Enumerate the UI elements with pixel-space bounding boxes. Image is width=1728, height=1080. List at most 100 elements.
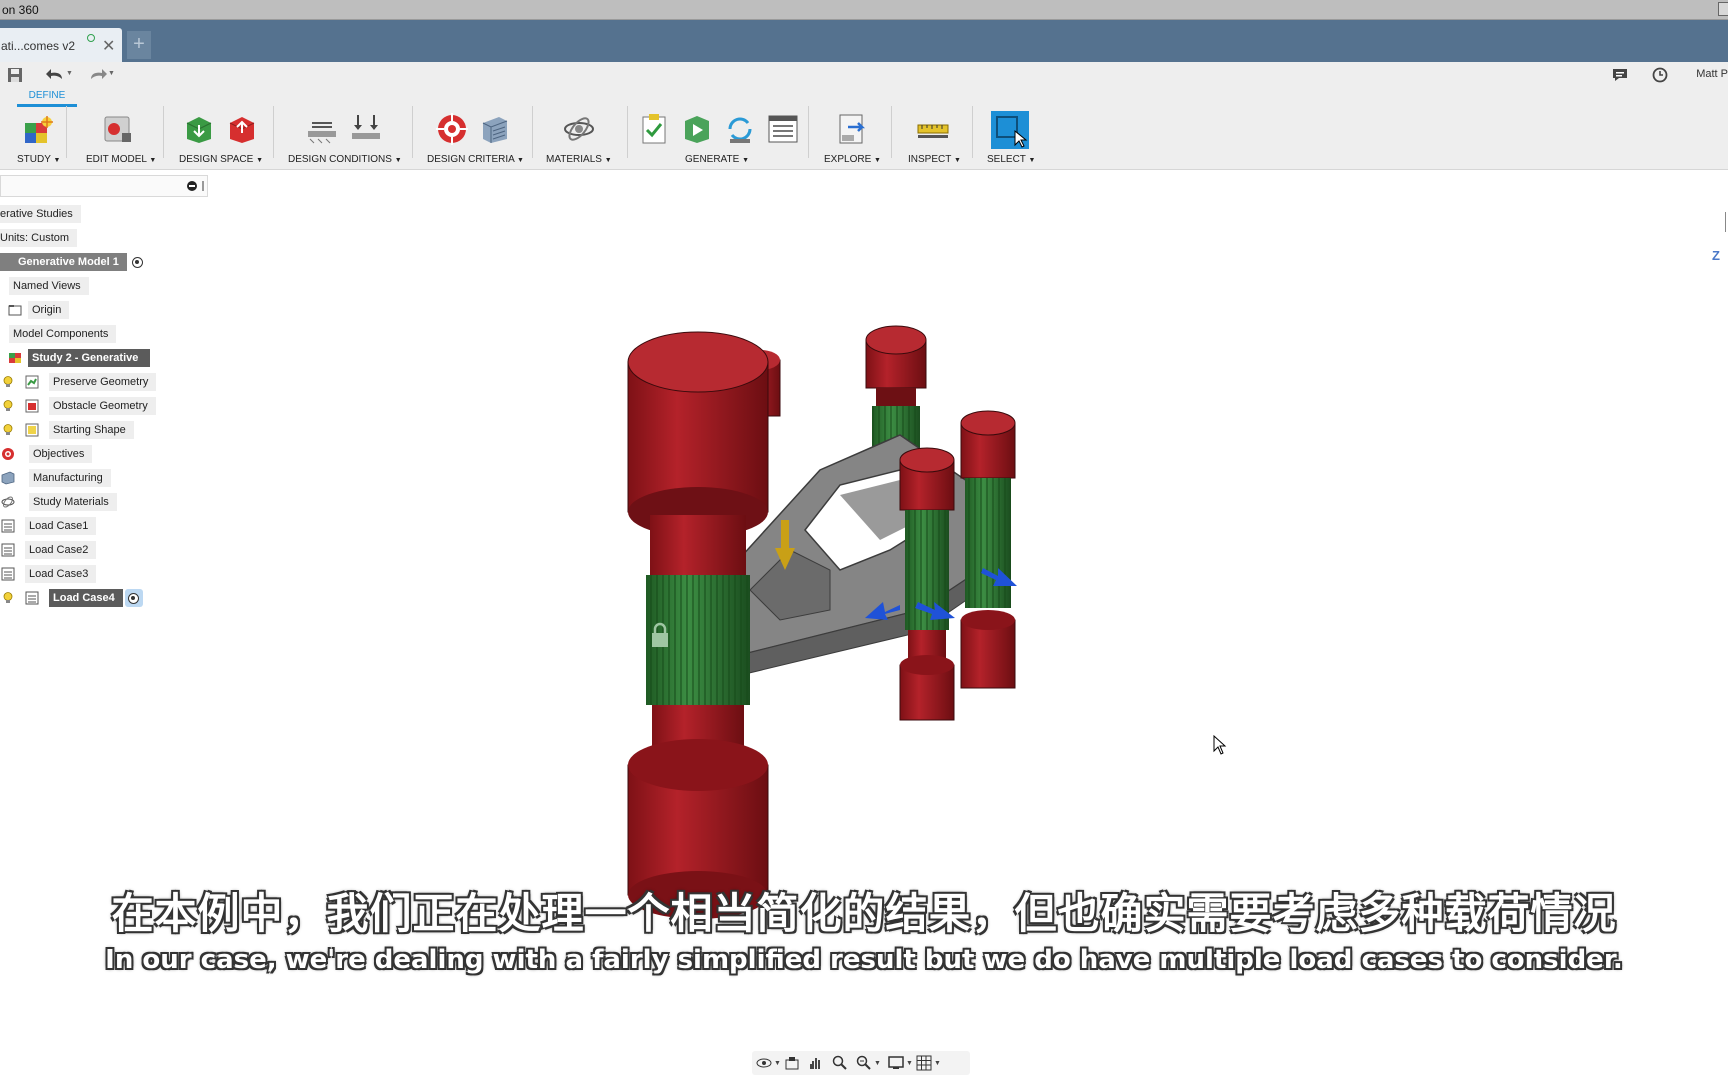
- window-title-bar: on 360: [0, 0, 1728, 20]
- browser-node-label: Preserve Geometry: [49, 373, 157, 391]
- browser-node-model-components[interactable]: Model Components: [9, 325, 117, 343]
- browser-node-units[interactable]: Units: Custom: [0, 229, 78, 247]
- browser-resize-handle[interactable]: [202, 181, 204, 191]
- study-group-label: STUDY: [17, 154, 51, 165]
- preserve-geometry-icon[interactable]: [183, 113, 215, 145]
- explore-results-icon[interactable]: [836, 113, 868, 145]
- browser-node-named-views[interactable]: Named Views: [9, 277, 89, 295]
- user-account-name[interactable]: Matt P: [1696, 68, 1728, 80]
- browser-node-manufacturing[interactable]: Manufacturing: [1, 469, 111, 487]
- measure-icon[interactable]: [917, 113, 949, 145]
- browser-node-starting-shape[interactable]: Starting Shape: [3, 421, 134, 439]
- select-group-menu[interactable]: SELECT ▼: [987, 154, 1035, 165]
- browser-node-generative-studies[interactable]: erative Studies: [0, 205, 81, 223]
- browser-node-load-case-3[interactable]: Load Case3: [1, 565, 97, 583]
- design-criteria-group-menu[interactable]: DESIGN CRITERIA ▼: [427, 154, 524, 165]
- visibility-bulb-icon[interactable]: [3, 376, 13, 388]
- study-materials-icon[interactable]: [563, 113, 595, 145]
- study-icon: [9, 353, 21, 363]
- view-cube-axis-label: Z: [1712, 248, 1720, 263]
- browser-node-preserve-geometry[interactable]: Preserve Geometry: [3, 373, 157, 391]
- generate-icon[interactable]: [681, 113, 713, 145]
- generate-group-menu[interactable]: GENERATE ▼: [685, 154, 749, 165]
- structural-load-icon[interactable]: [350, 113, 382, 145]
- edit-model-group-label: EDIT MODEL: [86, 154, 147, 165]
- obstacle-post-back[interactable]: [865, 325, 927, 452]
- browser-node-label: Starting Shape: [49, 421, 134, 439]
- close-tab-icon[interactable]: ✕: [102, 36, 115, 56]
- activate-model-radio-icon[interactable]: [129, 253, 147, 271]
- window-control-button[interactable]: [1718, 2, 1728, 16]
- view-cube[interactable]: Z: [1708, 196, 1728, 263]
- obstacle-geometry-icon[interactable]: [226, 113, 258, 145]
- preserve-geometry-icon: [25, 375, 39, 389]
- fit-zoom-icon[interactable]: [856, 1055, 872, 1071]
- display-settings-icon[interactable]: [888, 1055, 904, 1071]
- browser-node-origin[interactable]: Origin: [8, 301, 70, 319]
- study-materials-icon: [1, 496, 15, 508]
- browser-node-label: Obstacle Geometry: [49, 397, 156, 415]
- subtitle-english: In our case, we're dealing with a fairly…: [105, 945, 1623, 975]
- obstacle-post-right-front[interactable]: [899, 447, 955, 721]
- explore-group-menu[interactable]: EXPLORE ▼: [824, 154, 881, 165]
- ribbon-divider: [627, 106, 628, 158]
- precheck-icon[interactable]: [638, 113, 670, 145]
- obstacle-post-right-rear[interactable]: [960, 410, 1016, 689]
- study-settings-icon[interactable]: [767, 113, 799, 145]
- browser-node-study-materials[interactable]: Study Materials: [1, 493, 117, 511]
- new-tab-button[interactable]: +: [127, 31, 151, 59]
- save-icon[interactable]: [7, 66, 23, 84]
- objectives-icon: [2, 448, 14, 460]
- visibility-bulb-icon[interactable]: [3, 400, 13, 412]
- browser-node-label: Load Case4: [49, 589, 123, 607]
- objectives-icon[interactable]: [436, 113, 468, 145]
- tab-define[interactable]: DEFINE: [17, 90, 77, 107]
- manufacturing-icon[interactable]: [479, 113, 511, 145]
- orbit-icon[interactable]: [756, 1055, 772, 1071]
- browser-node-load-case-1[interactable]: Load Case1: [1, 517, 97, 535]
- browser-node-generative-model[interactable]: Generative Model 1: [0, 253, 147, 271]
- inspect-group-label: INSPECT: [908, 154, 952, 165]
- browser-node-obstacle-geometry[interactable]: Obstacle Geometry: [3, 397, 156, 415]
- materials-group-menu[interactable]: MATERIALS ▼: [546, 154, 612, 165]
- edit-model-group-menu[interactable]: EDIT MODEL ▼: [86, 154, 156, 165]
- activate-load-case-radio-icon[interactable]: [124, 589, 143, 607]
- document-tab[interactable]: ati...comes v2 ✕: [0, 28, 122, 62]
- obstacle-main-column[interactable]: [627, 331, 769, 919]
- browser-header: [0, 175, 208, 197]
- redo-dropdown-icon[interactable]: ▼: [108, 70, 115, 77]
- browser-node-load-case-2[interactable]: Load Case2: [1, 541, 97, 559]
- orbit-dropdown-icon[interactable]: ▼: [774, 1060, 781, 1067]
- grid-settings-icon[interactable]: [916, 1055, 932, 1071]
- collapse-browser-icon[interactable]: [187, 181, 197, 191]
- select-icon[interactable]: [991, 111, 1029, 149]
- display-dropdown-icon[interactable]: ▼: [906, 1060, 913, 1067]
- zoom-icon[interactable]: [832, 1055, 848, 1071]
- undo-icon[interactable]: [46, 66, 64, 84]
- browser-node-study[interactable]: Study 2 - Generative: [8, 349, 151, 367]
- browser-node-objectives[interactable]: Objectives: [1, 445, 93, 463]
- undo-dropdown-icon[interactable]: ▼: [66, 70, 73, 77]
- new-study-icon[interactable]: [22, 115, 54, 147]
- visibility-bulb-icon[interactable]: [3, 424, 13, 436]
- look-at-icon[interactable]: [784, 1055, 800, 1071]
- inspect-group-menu[interactable]: INSPECT ▼: [908, 154, 961, 165]
- synthesize-icon[interactable]: [724, 113, 756, 145]
- browser-node-load-case-4[interactable]: Load Case4: [3, 589, 143, 607]
- design-space-group-label: DESIGN SPACE: [179, 154, 254, 165]
- ribbon-divider: [891, 106, 892, 158]
- job-status-clock-icon[interactable]: [1652, 66, 1668, 84]
- study-group-menu[interactable]: STUDY ▼: [17, 154, 60, 165]
- structural-constraint-icon[interactable]: [306, 113, 338, 145]
- pan-icon[interactable]: [808, 1055, 824, 1071]
- design-conditions-group-menu[interactable]: DESIGN CONDITIONS ▼: [288, 154, 402, 165]
- zoom-dropdown-icon[interactable]: ▼: [874, 1060, 881, 1067]
- starting-shape-icon: [25, 423, 39, 437]
- visibility-bulb-icon[interactable]: [3, 592, 13, 604]
- grid-dropdown-icon[interactable]: ▼: [934, 1060, 941, 1067]
- generate-group-label: GENERATE: [685, 154, 740, 165]
- redo-icon[interactable]: [89, 66, 107, 84]
- design-space-group-menu[interactable]: DESIGN SPACE ▼: [179, 154, 263, 165]
- edit-model-icon[interactable]: [102, 113, 134, 145]
- comments-icon[interactable]: [1612, 66, 1628, 84]
